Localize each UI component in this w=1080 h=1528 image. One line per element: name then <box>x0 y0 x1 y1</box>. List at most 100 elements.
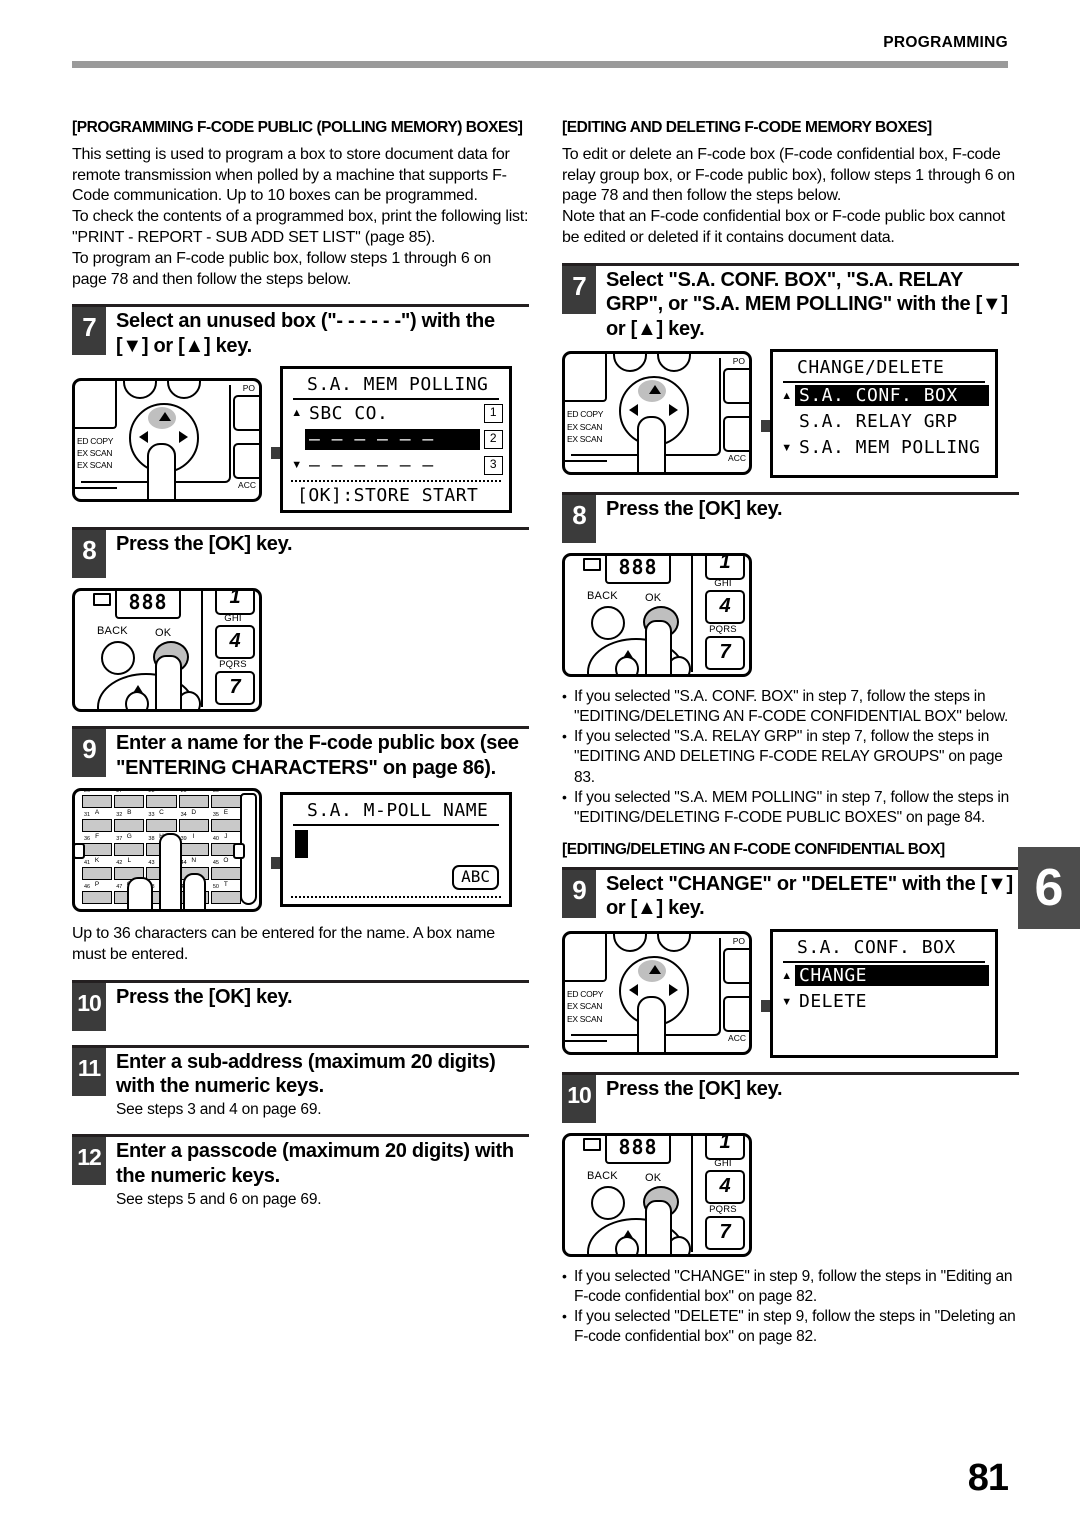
bullet-item: • If you selected "DELETE" in step 9, fo… <box>562 1307 1019 1347</box>
led-display: 888 <box>605 1135 671 1164</box>
key-letter: E <box>223 808 229 816</box>
lcd-list-row: ▲ SBC CO. 1 <box>283 400 509 426</box>
finger-pointer-icon <box>645 1199 672 1254</box>
step-number-badge: 7 <box>72 307 106 356</box>
step-instruction: Select an unused box ("- - - - - -") wit… <box>116 310 495 357</box>
keypad-illustration: 888 BACK OK 1 GHI 4 PQRS 7 <box>562 1132 752 1257</box>
bullet-item: • If you selected "CHANGE" in step 9, fo… <box>562 1267 1019 1307</box>
triangle-left-icon <box>139 430 148 443</box>
lcd-name-entry-body: ABC <box>283 826 509 904</box>
key-number: 38 <box>148 835 155 842</box>
key-letter: D <box>191 808 197 816</box>
finger-pointer-icon <box>159 832 182 909</box>
panel-bottom-line <box>75 486 117 489</box>
bullet-dot-icon: • <box>562 687 567 704</box>
panel-top-right-label: PO <box>242 382 255 393</box>
right-intro-paragraph-1: To edit or delete an F-code box (F-code … <box>562 145 1015 205</box>
keypad-illustration: 888 BACK OK 1 GHI 4 PQRS 7 <box>72 588 262 713</box>
text-cursor-icon <box>295 830 308 859</box>
keyboard-key: 50 <box>210 884 242 904</box>
back-key-label: BACK <box>587 589 618 602</box>
lcd-row-text: DELETE <box>799 991 868 1013</box>
bullets-after-step8: • If you selected "S.A. CONF. BOX" in st… <box>562 687 1019 828</box>
numeric-key-7-letters: PQRS <box>219 659 247 671</box>
scroll-up-caret-icon: ▲ <box>781 969 793 982</box>
step-number-badge: 7 <box>562 265 596 314</box>
right-step-8: 8 Press the [OK] key. 888 BACK OK 1 GHI … <box>562 491 1019 677</box>
key-number: 33 <box>148 811 155 818</box>
panel-right-key-2 <box>233 442 259 479</box>
triangle-right-icon <box>179 430 188 443</box>
panel-tag-icon <box>583 1137 601 1151</box>
keyboard-key: 34 I <box>178 812 209 840</box>
key-number: 31 <box>84 811 91 818</box>
numeric-key-4-letters: GHI <box>714 577 732 589</box>
page-number: 81 <box>967 1457 1009 1499</box>
running-head: PROGRAMMING <box>883 34 1008 51</box>
key-letter: L <box>127 856 132 864</box>
step-instruction: Select "CHANGE" or "DELETE" with the [▼]… <box>606 872 1013 920</box>
triangle-left-icon <box>629 984 638 997</box>
key-letter: K <box>94 856 100 864</box>
key-number: 36 <box>84 835 91 842</box>
lcd-row-text: S.A. CONF. BOX <box>795 385 989 407</box>
right-step-10: 10 Press the [OK] key. 888 BACK OK 1 GHI… <box>562 1071 1019 1257</box>
step-number-badge: 10 <box>72 982 106 1031</box>
keyboard-key: 31 F <box>82 812 113 840</box>
keypad-divider <box>691 555 693 672</box>
scroll-down-caret-icon: ▼ <box>781 441 793 454</box>
panel-corner-label: ACC <box>728 453 746 464</box>
left-step-12: 12 Enter a passcode (maximum 20 digits) … <box>72 1134 529 1210</box>
lcd-row-text: CHANGE <box>795 965 989 987</box>
keyboard-key: 28 C <box>146 791 177 816</box>
step-illustration-row: PO ED COPY EX SCAN EX SCAN ACC CHANGE/DE… <box>562 348 1019 478</box>
key-number: 42 <box>116 859 123 866</box>
panel-label-line-1: ED COPY <box>77 435 114 446</box>
step-number-badge: 8 <box>562 494 596 543</box>
step-instruction: Press the [OK] key. <box>116 533 293 556</box>
bullet-text: If you selected "S.A. RELAY GRP" in step… <box>574 728 1003 786</box>
lcd-list-row-selected: ▲ S.A. CONF. BOX <box>773 383 995 409</box>
panel-top-right-label: PO <box>732 936 745 947</box>
step-illustration-row: PO ED COPY EX SCAN EX SCAN ACC S.A. CONF… <box>562 928 1019 1058</box>
key-number: 41 <box>84 859 91 866</box>
after-step9-note: Up to 36 characters can be entered for t… <box>72 924 495 963</box>
bullet-item: • If you selected "S.A. MEM POLLING" in … <box>562 788 1019 828</box>
lcd-footer-hint: [OK]:STORE START <box>291 480 501 510</box>
keyboard-key: 45 T <box>210 860 242 888</box>
triangle-up-icon <box>133 685 143 694</box>
key-letter: N <box>191 856 197 864</box>
back-key-button <box>101 641 135 676</box>
arrow-pad-key-left <box>615 1235 639 1254</box>
key-letter: B <box>127 808 132 816</box>
input-mode-button: ABC <box>452 865 499 891</box>
panel-label-line-2: EX SCAN <box>77 448 113 458</box>
panel-mode-labels: ED COPY EX SCAN EX SCAN <box>567 988 603 1025</box>
step-instruction: Enter a sub-address (maximum 20 digits) … <box>116 1050 496 1097</box>
key-number: 27 <box>116 787 123 794</box>
panel-bottom-line <box>565 460 607 463</box>
left-intro-paragraph-1: This setting is used to program a box to… <box>72 145 510 205</box>
numeric-key-7: 7 <box>705 1215 745 1250</box>
step-number-badge: 8 <box>72 530 106 579</box>
panel-label-line-3: EX SCAN <box>567 434 603 445</box>
numeric-key-7: 7 <box>215 671 255 706</box>
scroll-down-caret-icon: ▼ <box>781 995 793 1008</box>
lcd-screen-mem-polling: S.A. MEM POLLING ▲ SBC CO. 1 – – – – – –… <box>280 366 512 514</box>
bullet-text: If you selected "S.A. CONF. BOX" in step… <box>574 687 1009 726</box>
right-step-7: 7 Select "S.A. CONF. BOX", "S.A. RELAY G… <box>562 262 1019 478</box>
key-number: 34 <box>180 811 187 818</box>
keypad-divider <box>691 1135 693 1252</box>
key-letter: F <box>95 832 100 840</box>
key-number: 28 <box>148 787 155 794</box>
panel-right-key-1 <box>233 394 259 431</box>
numeric-key-4: 4 <box>705 589 745 624</box>
arrow-pad-key-left <box>125 691 149 710</box>
lcd-row-badge: 3 <box>484 455 503 475</box>
panel-tag-icon <box>93 593 111 607</box>
keypad-illustration: 888 BACK OK 1 GHI 4 PQRS 7 <box>562 552 752 677</box>
panel-corner-label: ACC <box>728 1033 746 1044</box>
panel-right-key-2 <box>723 996 749 1033</box>
chapter-tab-marker: 6 <box>1018 847 1080 929</box>
key-number: 47 <box>116 883 123 890</box>
